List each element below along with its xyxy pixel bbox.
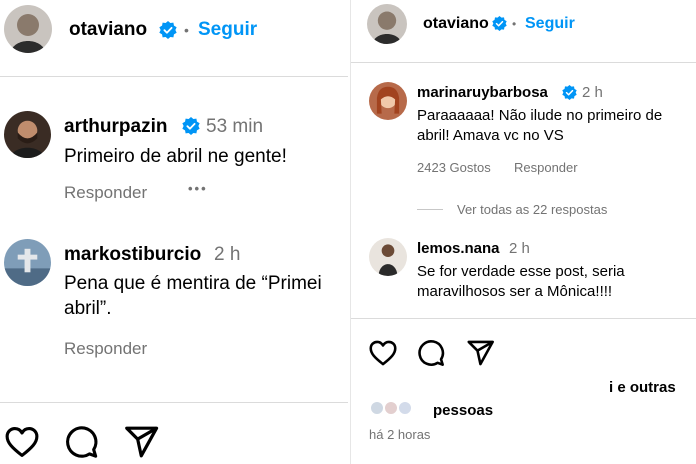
header-divider [351, 62, 696, 63]
likes-count[interactable]: 2423 Gostos [417, 160, 491, 175]
comment-username[interactable]: lemos.nana [417, 240, 500, 257]
reply-button[interactable]: Responder [64, 339, 147, 359]
more-options-button[interactable]: ••• [188, 181, 208, 196]
comment-icon[interactable] [417, 339, 445, 367]
lemos-nana-avatar[interactable] [369, 238, 407, 276]
marinaruybarbosa-avatar[interactable] [369, 82, 407, 120]
comment-timestamp[interactable]: 2 h [509, 240, 530, 257]
comment-text: Paraaaaaa! Não ilude no primeiro de abri… [417, 107, 663, 144]
liked-by-avatars [369, 400, 413, 416]
post-timestamp: há 2 horas [369, 427, 431, 442]
comment-username[interactable]: marinaruybarbosa [417, 84, 548, 101]
verified-badge-icon [182, 117, 200, 135]
reply-button[interactable]: Responder [514, 160, 578, 175]
header-username[interactable]: otaviano [423, 15, 489, 33]
arthurpazin-avatar[interactable] [4, 111, 51, 158]
comment-timestamp[interactable]: 53 min [206, 116, 263, 138]
markostiburcio-avatar[interactable] [4, 239, 51, 286]
verified-badge-icon [492, 16, 507, 31]
heart-icon[interactable] [369, 340, 397, 366]
actions-divider [0, 402, 348, 403]
verified-badge-icon [159, 21, 177, 39]
comment-icon[interactable] [64, 425, 99, 459]
header-username[interactable]: otaviano [69, 19, 147, 41]
header-divider [0, 76, 348, 77]
verified-badge-icon [562, 85, 577, 100]
replies-line [417, 209, 443, 210]
comment-text: Primeiro de abril ne gente! [64, 146, 287, 167]
comment-timestamp[interactable]: 2 h [582, 84, 603, 101]
liked-by-people[interactable]: pessoas [433, 402, 493, 419]
comment-username[interactable]: arthurpazin [64, 116, 167, 138]
otaviano-avatar[interactable] [4, 5, 52, 53]
liked-by-suffix[interactable]: i e outras [609, 379, 676, 396]
comment-text: Se for verdade esse post, seria maravilh… [417, 263, 625, 300]
share-icon[interactable] [124, 426, 160, 458]
comment-username[interactable]: markostiburcio [64, 244, 201, 266]
otaviano-avatar[interactable] [367, 4, 407, 44]
view-replies-button[interactable]: Ver todas as 22 respostas [457, 202, 607, 217]
header-separator: • [184, 22, 189, 38]
follow-button[interactable]: Seguir [525, 15, 575, 33]
left-screenshot-panel: otaviano • Seguir arthurpazin 53 min Pri… [0, 0, 348, 464]
right-screenshot-panel: otaviano • Seguir marinaruybarbosa 2 h P… [350, 0, 696, 464]
comment-timestamp[interactable]: 2 h [214, 244, 240, 266]
share-icon[interactable] [467, 340, 495, 366]
actions-divider [351, 318, 696, 319]
heart-icon[interactable] [5, 426, 39, 458]
header-separator: • [512, 17, 517, 31]
reply-button[interactable]: Responder [64, 183, 147, 203]
comment-text: Pena que é mentira de “Primei abril”. [64, 273, 322, 320]
follow-button[interactable]: Seguir [198, 19, 257, 41]
